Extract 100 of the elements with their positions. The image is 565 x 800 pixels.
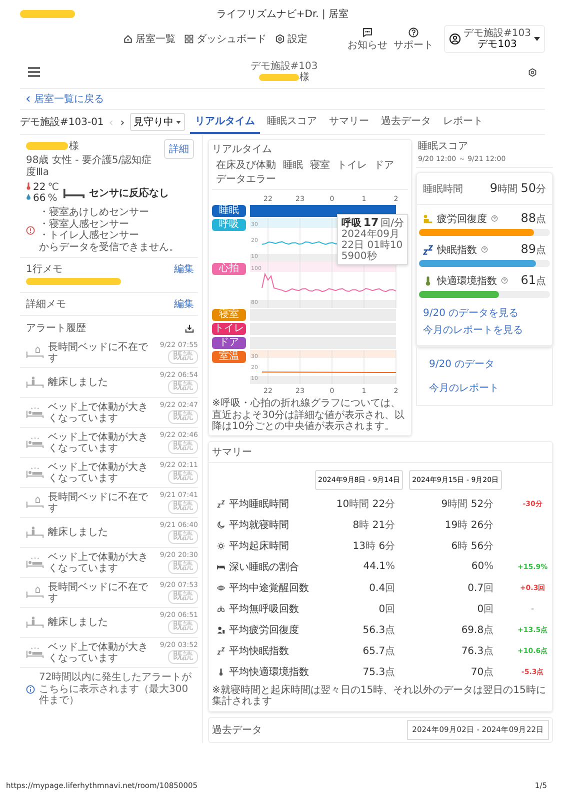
temperature-value: 22 xyxy=(33,182,46,193)
duration-label: 睡眠時間 xyxy=(423,182,463,196)
summary-label: 深い睡眠の割合 xyxy=(229,560,299,574)
patient-info: 98歳 女性 - 要介護5/認知症度Ⅲa xyxy=(26,155,153,178)
score-value: 88点 xyxy=(520,211,546,226)
read-badge: 既読 xyxy=(168,410,198,424)
droplet-icon xyxy=(26,193,31,201)
person-icon xyxy=(217,626,225,634)
download-icon[interactable] xyxy=(185,324,194,332)
panel-title: サマリー xyxy=(209,442,552,462)
redaction-mark xyxy=(20,10,75,18)
alert-text: 長時間ベッドに不在です xyxy=(48,342,149,364)
chat-icon xyxy=(362,26,374,38)
nav-link[interactable]: 居室一覧 xyxy=(122,32,176,46)
summary-label: 平均無呼吸回数 xyxy=(229,602,299,616)
tab[interactable]: レポート xyxy=(438,110,488,134)
help-icon[interactable] xyxy=(481,246,488,253)
lane-label: 室温 xyxy=(212,351,246,363)
alert-text: 離床しました xyxy=(48,527,109,538)
tab[interactable]: 睡眠スコア xyxy=(262,110,322,134)
back-link[interactable]: 居室一覧に戻る xyxy=(20,89,545,110)
summary-value: 65.7点 xyxy=(362,644,396,658)
user-menu[interactable]: デモ施設#103 デモ103 xyxy=(444,25,545,53)
thermometer-icon xyxy=(423,276,433,286)
help-icon[interactable] xyxy=(491,215,498,222)
summary-value: 6時 56分 xyxy=(450,540,495,552)
legend-item: ドア xyxy=(374,159,394,172)
grid-icon xyxy=(184,34,194,44)
alert-note: 72時間以内に発生したアラートがこちらに表示されます（最大300件まで） xyxy=(39,672,192,706)
tab[interactable]: サマリー xyxy=(324,110,374,134)
legend-item: トイレ xyxy=(337,159,367,172)
report-link[interactable]: 今月のレポート xyxy=(429,381,540,395)
alert-text: ベッド上で体動が大きくなっています xyxy=(48,402,149,424)
tab[interactable]: リアルタイム xyxy=(190,110,260,134)
alert-text: ベッド上で体動が大きくなっています xyxy=(48,462,149,484)
summary-value: 0.4回 xyxy=(368,582,396,594)
person-beside-bed-icon xyxy=(26,616,44,629)
settings-icon xyxy=(274,34,285,44)
facility-label: デモ施設#103 xyxy=(250,61,318,72)
status-dropdown[interactable]: 見守り中 xyxy=(130,113,185,131)
summary-label: 平均起床時間 xyxy=(229,540,289,552)
empty-bed-icon xyxy=(26,496,44,509)
score-label: 疲労回復度 xyxy=(437,212,487,226)
detail-button[interactable]: 詳細 xyxy=(164,139,194,159)
nav-link[interactable]: 設定 xyxy=(274,32,308,46)
read-badge: 既読 xyxy=(168,590,198,604)
tab[interactable]: 過去データ xyxy=(376,110,436,134)
summary-value: 19時 26分 xyxy=(444,518,495,532)
alert-text: 長時間ベッドに不在です xyxy=(48,582,149,604)
person-in-bed-icon xyxy=(26,556,44,569)
lane-label: トイレ xyxy=(212,323,246,335)
summary-label: 平均睡眠時間 xyxy=(229,498,289,510)
report-link[interactable]: 9/20 のデータ xyxy=(429,357,540,371)
person-in-bed-icon xyxy=(26,646,44,659)
edit-link[interactable]: 編集 xyxy=(174,297,194,311)
caret-icon xyxy=(176,120,181,124)
lane-label: 呼吸 xyxy=(212,219,246,231)
moon-icon xyxy=(217,520,225,528)
resting-person-icon xyxy=(423,214,433,224)
honorific-label: 様 xyxy=(69,140,79,153)
summary-value: 13時 6分 xyxy=(352,540,396,552)
summary-value: 44.1% xyxy=(362,561,396,572)
memo-title: 詳細メモ xyxy=(26,298,66,311)
score-label: 快適環境指数 xyxy=(437,274,497,288)
help-icon[interactable] xyxy=(501,277,508,284)
user-icon xyxy=(448,33,461,45)
report-link[interactable]: 9/20 のデータを見る xyxy=(423,306,546,320)
header-action-button[interactable]: サポート xyxy=(394,26,434,52)
alert-text: 離床しました xyxy=(48,377,109,388)
edit-link[interactable]: 編集 xyxy=(174,262,194,276)
legend-item: データエラー xyxy=(216,173,276,186)
read-badge: 既読 xyxy=(168,470,198,484)
summary-label: 平均中途覚醒回数 xyxy=(229,582,309,594)
report-link[interactable]: 今月のレポートを見る xyxy=(423,323,546,337)
settings-icon[interactable] xyxy=(528,68,537,76)
next-button[interactable]: › xyxy=(118,116,127,128)
read-badge: 既読 xyxy=(168,440,198,454)
legend-item: 寝室 xyxy=(310,158,330,172)
eye-icon xyxy=(217,584,225,592)
lane-label: 心拍 xyxy=(212,263,246,275)
bed-icon xyxy=(217,562,225,570)
summary-value: 0.7回 xyxy=(466,582,495,594)
alert-text: ベッド上で体動が大きくなっています xyxy=(48,552,149,574)
summary-value: 8時 21分 xyxy=(352,518,396,532)
menu-icon[interactable] xyxy=(28,67,40,77)
sensor-status: センサに反応なし xyxy=(88,186,169,200)
header-action-button[interactable]: お知らせ xyxy=(348,26,388,52)
read-badge: 既読 xyxy=(168,530,198,544)
read-badge: 既読 xyxy=(168,620,198,634)
nav-link[interactable]: ダッシュボード xyxy=(184,32,267,46)
memo-title: 1行メモ xyxy=(26,263,62,276)
zz-icon xyxy=(217,646,225,654)
sun-icon xyxy=(217,542,225,550)
summary-label: 平均快眠指数 xyxy=(229,644,289,658)
lane-label: ドア xyxy=(212,337,246,349)
summary-value: 0回 xyxy=(378,602,396,616)
thermometer-icon xyxy=(217,668,225,676)
bed-icon xyxy=(62,188,85,198)
room-name: デモ施設#103-01 xyxy=(20,116,104,129)
summary-label: 平均疲労回復度 xyxy=(229,624,299,636)
